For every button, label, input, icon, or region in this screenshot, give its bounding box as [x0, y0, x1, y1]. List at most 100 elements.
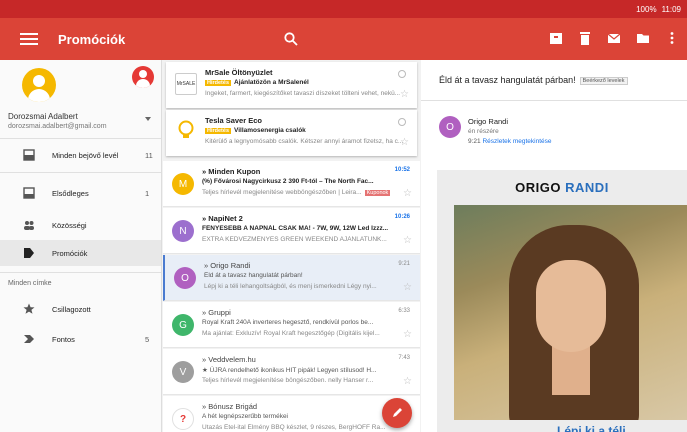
sender-avatar: ?	[172, 408, 194, 430]
message-list: MrSALE MrSale Öltönyüzlet Hirdetés Ajánla…	[163, 60, 420, 432]
drawer-item-count: 11	[145, 150, 153, 160]
email-row[interactable]: G » Gruppi 6:33 Royal Kraft 240A inverte…	[163, 302, 420, 348]
email-sender: » Veddvelem.hu	[202, 355, 256, 364]
email-subject-header: Éld át a tavasz hangulatát párban! Beérke…	[439, 75, 628, 85]
email-time: 10:26	[394, 214, 410, 220]
labels-section-title: Minden címke	[8, 280, 52, 287]
email-subject: Royal Kraft 240A inverteres hegesztő, re…	[202, 319, 374, 326]
search-icon[interactable]	[283, 31, 299, 47]
account-avatar[interactable]	[22, 68, 56, 102]
drawer-item-count: 1	[145, 188, 150, 198]
email-sender: » Origo Randi	[204, 261, 251, 270]
promo-brand: ORIGO RANDI	[515, 180, 609, 195]
email-sender: » NapiNet 2	[202, 214, 243, 223]
email-subject: (%) Fővárosi Nagycirkusz 2 390 Ft-tól – …	[202, 178, 374, 185]
drawer-item-social[interactable]: Közösségi	[0, 212, 161, 238]
email-subject: FÉNYESEBB A NAPNÁL CSAK MA! - 7W, 9W, 12…	[202, 225, 389, 232]
menu-icon[interactable]	[20, 33, 38, 45]
email-subject: Éld át a tavasz hangulatát párban!	[204, 272, 303, 279]
ad-info-icon[interactable]	[398, 118, 406, 126]
tag-icon	[23, 247, 35, 259]
star-icon[interactable]: ☆	[403, 330, 412, 340]
inbox-label-badge[interactable]: Beérkező levelek	[579, 76, 628, 85]
email-time: 10:52	[394, 167, 410, 173]
promo-card[interactable]: MrSALE MrSale Öltönyüzlet Hirdetés Ajánla…	[166, 62, 417, 108]
message-meta: 9:21 Részletek megtekintése	[468, 138, 551, 145]
divider	[421, 100, 687, 101]
promo-sender: Tesla Saver Eco	[205, 116, 262, 125]
drawer-item-primary[interactable]: Elsődleges 1	[0, 180, 161, 206]
promo-card[interactable]: Tesla Saver Eco Hirdetés Villamosenergia …	[166, 110, 417, 156]
status-time: 11:09	[661, 4, 681, 14]
account-name: Dorozsmai Adalbert	[8, 112, 78, 121]
sender-avatar: G	[172, 314, 194, 336]
email-snippet: Teljes hírlevél megjelenítése webböngész…	[202, 189, 391, 196]
star-icon[interactable]: ☆	[400, 138, 409, 148]
primary-inbox-icon	[23, 187, 35, 199]
promo-photo	[454, 205, 687, 420]
star-icon[interactable]: ☆	[403, 189, 412, 199]
archive-icon[interactable]	[549, 30, 563, 46]
email-time: 9:21	[398, 261, 410, 267]
ad-info-icon[interactable]	[398, 70, 406, 78]
drawer-item-label: Csillagozott	[52, 304, 91, 314]
email-row[interactable]: V » Veddvelem.hu 7:43 ★ ÚJRA rendelhető …	[163, 349, 420, 395]
promo-snippet: Kitérülő a legnyomósabb csalók. Kétszer …	[205, 138, 404, 145]
status-text: 100%	[636, 4, 657, 14]
details-link[interactable]: Részletek megtekintése	[482, 138, 551, 145]
move-to-folder-icon[interactable]	[636, 30, 650, 46]
drawer-item-label: Promóciók	[52, 248, 88, 258]
sender-name: Origo Randi	[468, 117, 509, 126]
email-snippet: Teljes hírlevél megjelenítése böngészőbe…	[202, 377, 374, 384]
app-bar: Promóciók	[0, 18, 687, 60]
promo-tagline: ...Lépj ki a téli...	[547, 424, 636, 432]
divider	[0, 172, 161, 173]
email-row-selected[interactable]: O » Origo Randi 9:21 Éld át a tavasz han…	[163, 255, 420, 301]
account-dropdown-icon[interactable]	[145, 117, 151, 121]
star-icon	[23, 303, 35, 315]
sender-avatar: M	[172, 173, 194, 195]
pencil-icon	[393, 408, 402, 417]
delete-icon[interactable]	[578, 30, 592, 46]
status-bar: 100% 11:09	[0, 0, 687, 18]
app-bar-title: Promóciók	[58, 31, 126, 47]
promo-subject: Hirdetés Ajánlatözön a MrSalenél	[205, 79, 410, 86]
email-time: 6:33	[398, 308, 410, 314]
promo-subject-text: Villamosenergia csalók	[234, 127, 306, 134]
sender-avatar: N	[172, 220, 194, 242]
compose-button[interactable]	[382, 398, 412, 428]
sender-avatar: O	[439, 116, 461, 138]
recipient-line: én részére	[468, 128, 499, 135]
drawer-item-promotions[interactable]: Promóciók	[0, 240, 161, 266]
drawer-item-label: Fontos	[52, 334, 75, 344]
secondary-account-avatar[interactable]	[132, 66, 154, 88]
divider	[0, 138, 161, 139]
lightbulb-icon	[175, 120, 197, 142]
promo-subject: Hirdetés Villamosenergia csalók	[205, 127, 410, 134]
star-icon[interactable]: ☆	[403, 283, 412, 293]
email-time: 7:43	[398, 355, 410, 361]
mail-icon[interactable]	[607, 30, 621, 46]
sender-avatar: O	[174, 267, 196, 289]
promo-snippet: Ingeket, farmert, kiegészítőket tavaszi …	[205, 90, 401, 97]
star-icon[interactable]: ☆	[400, 90, 409, 100]
drawer-item-starred[interactable]: Csillagozott	[0, 296, 161, 322]
email-row[interactable]: M » Minden Kupon 10:52 (%) Fővárosi Nagy…	[163, 161, 420, 207]
star-icon[interactable]: ☆	[403, 377, 412, 387]
email-sender: » Bónusz Brigád	[202, 402, 258, 411]
drawer-item-all-inbox[interactable]: Minden bejövő levél 11	[0, 142, 161, 168]
promo-image[interactable]: ORIGO RANDI ...Lépj ki a téli...	[437, 170, 687, 432]
reading-pane: Éld át a tavasz hangulatát párban! Beérke…	[421, 60, 687, 432]
drawer-item-label: Közösségi	[52, 220, 87, 230]
email-row[interactable]: N » NapiNet 2 10:26 FÉNYESEBB A NAPNÁL C…	[163, 208, 420, 254]
mrsale-logo-icon: MrSALE	[175, 73, 197, 95]
drawer-item-count: 5	[145, 334, 150, 344]
promo-sender: MrSale Öltönyüzlet	[205, 68, 273, 77]
email-snippet: Ma ajánlat: Exkluzív! Royal Kraft hegesz…	[202, 330, 380, 337]
star-icon[interactable]: ☆	[403, 236, 412, 246]
more-vert-icon[interactable]	[665, 30, 679, 46]
email-snippet: EXTRA KEDVEZMÉNYES GREEN WEEKEND AJÁNLAT…	[202, 236, 387, 243]
important-icon	[23, 333, 35, 345]
navigation-drawer: Dorozsmai Adalbert dorozsmai.adalbert@gm…	[0, 60, 162, 432]
drawer-item-important[interactable]: Fontos 5	[0, 326, 161, 352]
